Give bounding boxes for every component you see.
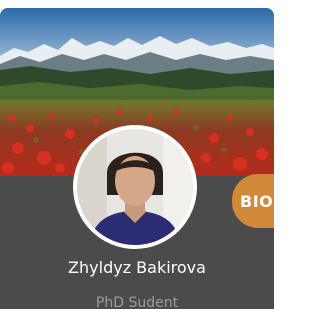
bio-button-label: BIO xyxy=(240,191,274,211)
avatar-frame xyxy=(73,125,197,249)
bio-button[interactable]: BIO xyxy=(232,174,274,228)
profile-card: BIO Zhyldyz Bakirova PhD Sudent xyxy=(0,8,274,309)
profile-name: Zhyldyz Bakirova xyxy=(68,258,206,277)
avatar[interactable] xyxy=(77,129,193,245)
profile-role: PhD Sudent xyxy=(95,295,179,309)
